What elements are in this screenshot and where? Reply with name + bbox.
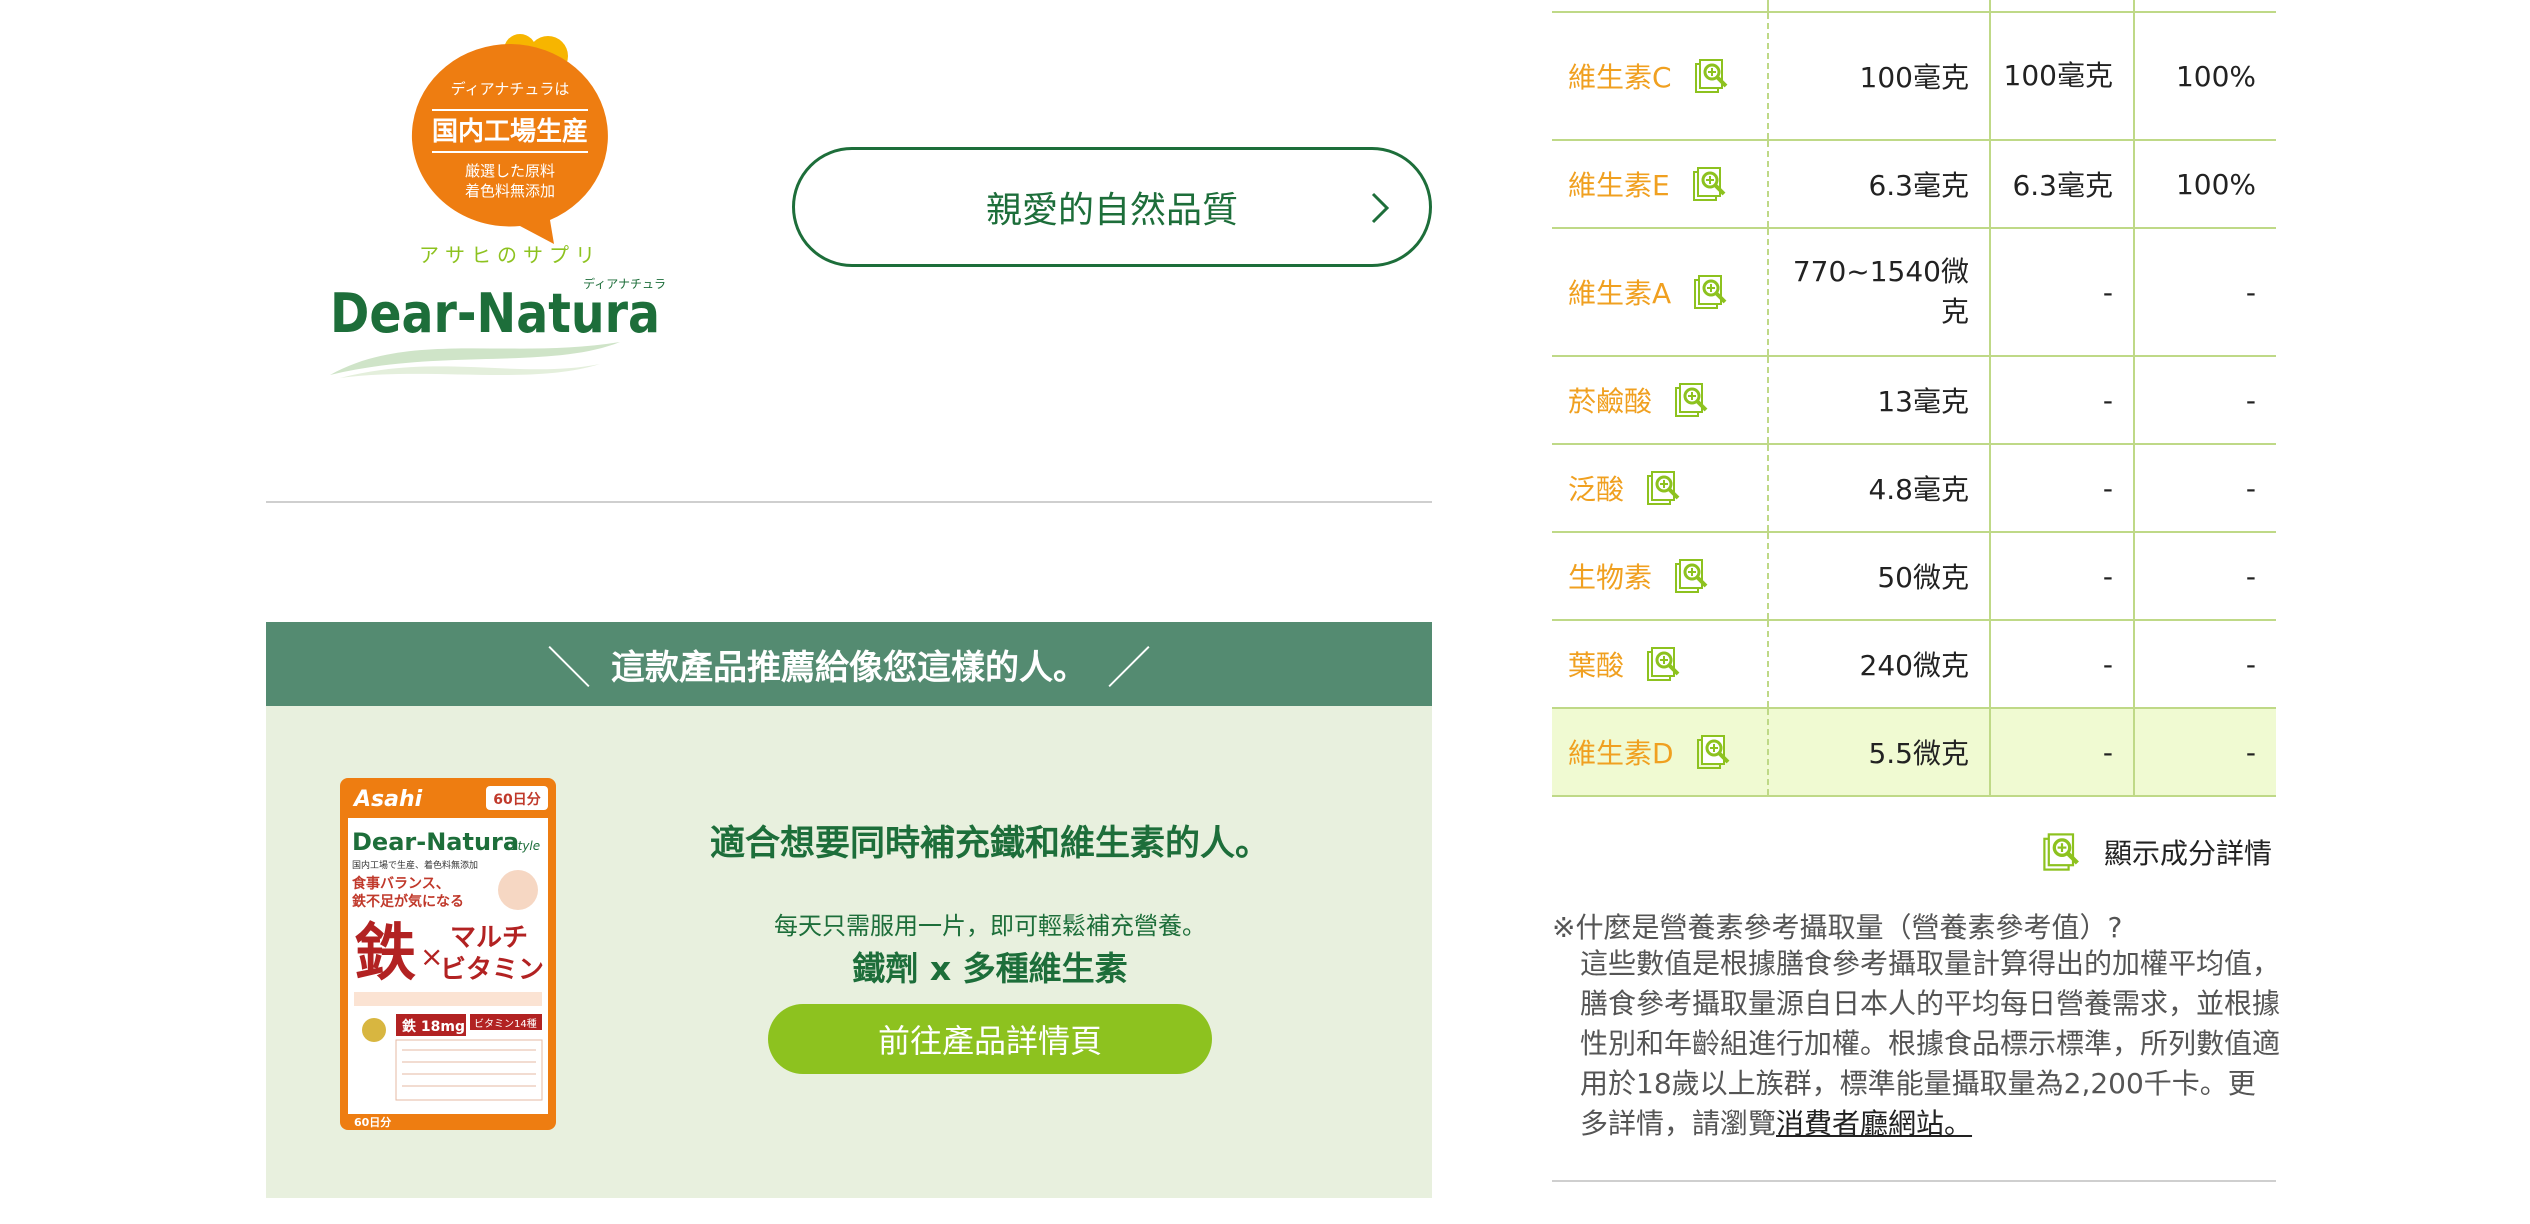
zoom-in-icon[interactable] — [1694, 732, 1734, 772]
recommend-header-text: 這款產品推薦給像您這樣的人。 — [611, 647, 1087, 688]
nutrient-amount: 6.3毫克 — [1768, 140, 1991, 229]
nutrient-name[interactable]: 生物素 — [1568, 556, 1652, 596]
detail-link-label: 顯示成分詳情 — [2104, 837, 2273, 870]
pack-line3: 鉄不足が気になる — [352, 893, 464, 910]
nutrient-name[interactable]: 葉酸 — [1568, 644, 1624, 684]
product-detail-button[interactable]: 前往產品詳情頁 — [768, 1004, 1212, 1074]
nutrient-amount: 100毫克 — [1768, 12, 1991, 141]
nutrient-table: 維生素C 100毫克 100毫克 100% 維生素E 6.3毫克 6.3毫克 1… — [1552, 0, 2276, 797]
show-ingredient-details-link[interactable]: 顯示成分詳情 — [2040, 830, 2272, 874]
table-row: 泛酸 4.8毫克 - - — [1552, 444, 2276, 533]
zoom-in-icon — [2043, 833, 2079, 871]
nutrient-name[interactable]: 維生素A — [1568, 272, 1671, 312]
recommend-sub: 鐵劑 x 多種維生素 — [852, 949, 1128, 988]
pack-bottom-days: 60日分 — [354, 1115, 391, 1129]
zoom-in-icon[interactable] — [1672, 380, 1712, 420]
nutrient-amount: 240微克 — [1768, 620, 1991, 709]
slash-right-icon: ／ — [1107, 643, 1151, 694]
zoom-in-icon[interactable] — [1644, 468, 1684, 508]
bubble-line2-text: 着色料無添加 — [465, 182, 555, 200]
nutrient-name[interactable]: 泛酸 — [1568, 468, 1624, 508]
nutrient-amount: 50微克 — [1768, 532, 1991, 621]
brand-quality-label: 親愛的自然品質 — [985, 190, 1238, 231]
table-row: 菸鹼酸 13毫克 - - — [1552, 356, 2276, 445]
nutrient-name[interactable]: 維生素E — [1568, 164, 1670, 204]
nutrient-reference: - — [1990, 708, 2135, 797]
chevron-right-icon — [1371, 192, 1390, 224]
zoom-in-icon[interactable] — [1672, 556, 1712, 596]
nutrient-percent: - — [2134, 356, 2276, 445]
pack-vitamin-count: ビタミン14種 — [474, 1017, 537, 1030]
pack-multi2: ビタミン — [440, 955, 544, 985]
bubble-small-text: ディアナチュラは — [451, 80, 570, 98]
brand-name-text: Dear-Natura — [330, 282, 660, 345]
nutrient-percent: - — [2134, 620, 2276, 709]
nutrient-percent: 100% — [2134, 140, 2276, 229]
table-row: 生物素 50微克 - - — [1552, 532, 2276, 621]
dear-natura-logo[interactable]: ディアナチュラは 国内工場生産 厳選した原料 着色料無添加 アサヒのサプリ ディ… — [320, 30, 680, 390]
nutrient-reference: - — [1990, 620, 2135, 709]
section-divider — [266, 501, 1432, 503]
bubble-main-text: 国内工場生産 — [432, 116, 588, 147]
nutrient-reference: - — [1990, 228, 2135, 357]
zoom-in-icon[interactable] — [1690, 164, 1730, 204]
pack-iron: 鉄 — [354, 916, 416, 989]
table-row: 維生素A 770~1540微克 - - — [1552, 228, 2276, 357]
nutrient-percent: 100% — [2134, 12, 2276, 141]
section-divider — [1552, 1180, 2276, 1182]
nutrient-name[interactable]: 維生素D — [1568, 732, 1674, 772]
table-row: 維生素E 6.3毫克 6.3毫克 100% — [1552, 140, 2276, 229]
brand-quality-button[interactable]: 親愛的自然品質 — [792, 147, 1432, 267]
note-question: ※什麼是營養素參考攝取量（營養素參考值）? — [1552, 911, 2123, 944]
pack-days-badge: 60日分 — [493, 792, 540, 808]
nutrient-reference: - — [1990, 356, 2135, 445]
nutrient-amount: 13毫克 — [1768, 356, 1991, 445]
nutrient-reference: - — [1990, 444, 2135, 533]
nutrient-reference: - — [1990, 532, 2135, 621]
recommend-title: 適合想要同時補充鐵和維生素的人。 — [709, 824, 1270, 864]
product-package-image[interactable]: Asahi 60日分 Dear-Natura Style 国内工場で生産、着色料… — [340, 778, 556, 1130]
pack-brand: Dear-Natura — [352, 828, 519, 856]
nutrient-name[interactable]: 菸鹼酸 — [1568, 380, 1652, 420]
recommend-header: ＼ 這款產品推薦給像您這樣的人。 ／ — [266, 622, 1432, 706]
tagline-text: アサヒのサプリ — [419, 243, 601, 267]
consumer-agency-link[interactable]: 消費者廳網站。 — [1776, 1107, 1972, 1140]
nutrient-reference: 6.3毫克 — [1990, 140, 2135, 229]
pack-line1: 国内工場で生産、着色料無添加 — [352, 859, 478, 871]
nutrient-amount: 770~1540微克 — [1768, 228, 1991, 357]
pack-style: Style — [510, 839, 540, 853]
slash-left-icon: ＼ — [547, 643, 591, 694]
table-row: 維生素C 100毫克 100毫克 100% — [1552, 12, 2276, 141]
nutrient-name[interactable]: 維生素C — [1568, 56, 1672, 96]
pack-maker: Asahi — [352, 787, 423, 812]
nutrient-amount: 4.8毫克 — [1768, 444, 1991, 533]
nutrient-percent: - — [2134, 444, 2276, 533]
zoom-in-icon[interactable] — [1692, 56, 1732, 96]
table-row: 葉酸 240微克 - - — [1552, 620, 2276, 709]
nutrient-percent: - — [2134, 708, 2276, 797]
zoom-in-icon[interactable] — [1644, 644, 1684, 684]
nutrient-amount: 5.5微克 — [1768, 708, 1991, 797]
nutrient-reference: 100毫克 — [1990, 12, 2135, 141]
table-row-highlighted: 維生素D 5.5微克 - - — [1552, 708, 2276, 797]
pack-multi1: マルチ — [450, 923, 528, 953]
nutrient-percent: - — [2134, 532, 2276, 621]
pack-line2: 食事バランス、 — [352, 875, 450, 892]
recommend-desc: 每天只需服用一片，即可輕鬆補充營養。 — [774, 912, 1206, 940]
nutrient-percent: - — [2134, 228, 2276, 357]
pack-iron-amount: 鉄 18mg — [402, 1018, 465, 1035]
zoom-in-icon[interactable] — [1691, 272, 1731, 312]
bubble-line1-text: 厳選した原料 — [465, 162, 555, 180]
note-body: 這些數值是根據膳食參考攝取量計算得出的加權平均值，膳食參考攝取量源自日本人的平均… — [1580, 944, 2280, 1144]
